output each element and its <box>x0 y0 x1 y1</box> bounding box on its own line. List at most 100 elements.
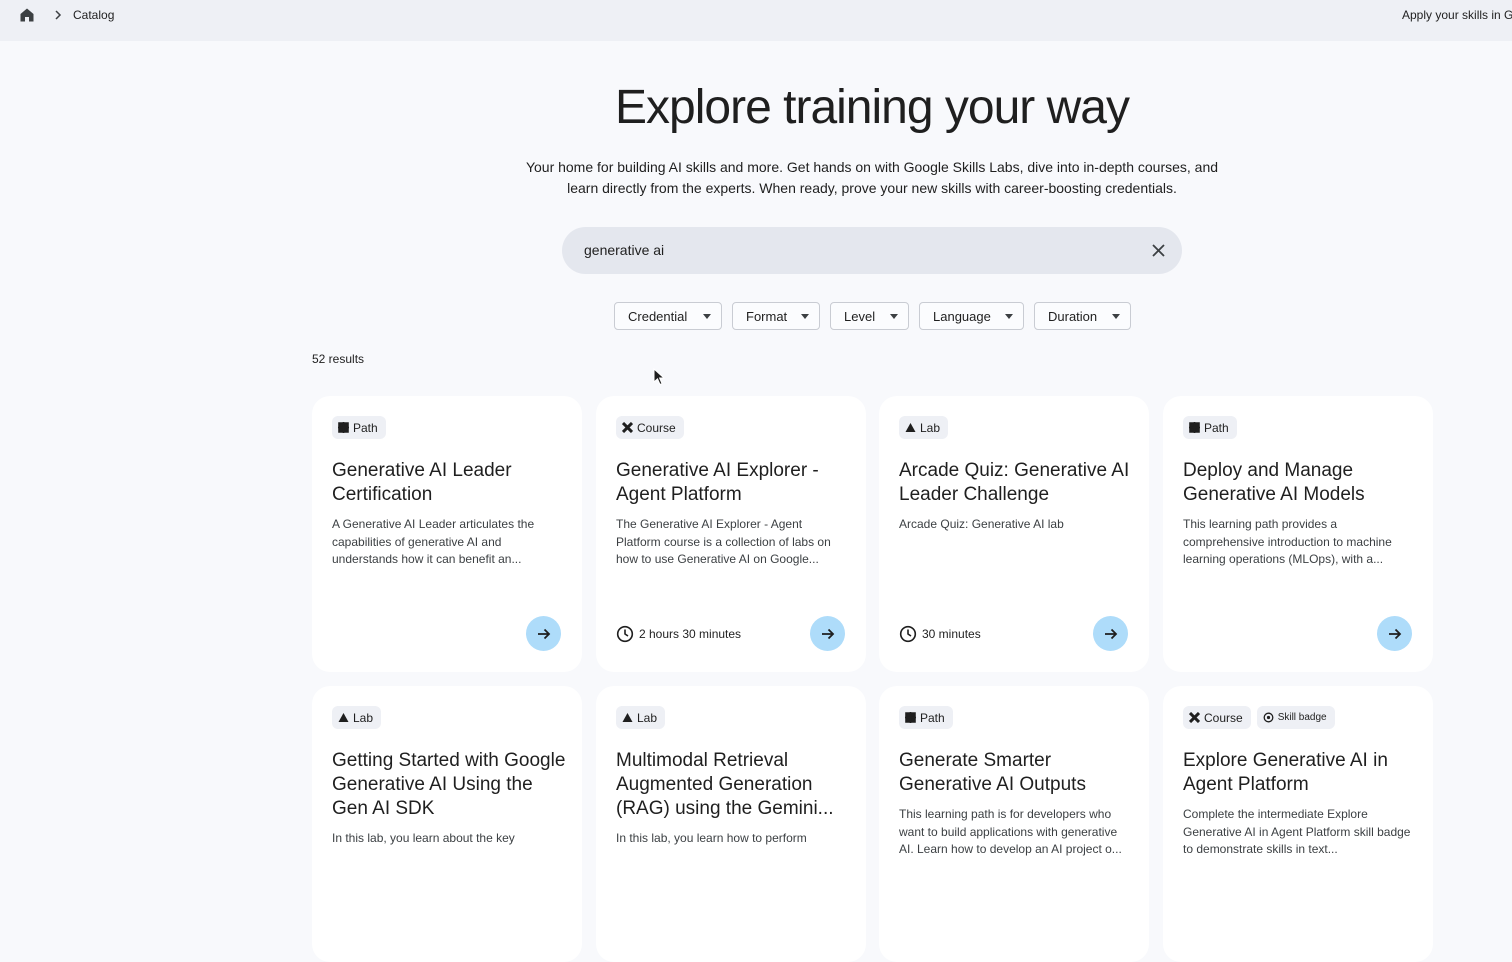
dropdown-caret-icon <box>890 314 898 319</box>
badge-label: Lab <box>353 710 374 725</box>
card-title[interactable]: Arcade Quiz: Generative AI Leader Challe… <box>899 459 1133 507</box>
close-icon[interactable] <box>1151 243 1166 258</box>
badge-label: Path <box>353 420 378 435</box>
filter-credential[interactable]: Credential <box>614 302 722 330</box>
card-description: A Generative AI Leader articulates the c… <box>332 517 535 566</box>
dropdown-caret-icon <box>1005 314 1013 319</box>
chevron-right-icon <box>55 10 62 20</box>
filter-label: Level <box>844 309 876 324</box>
catalog-card[interactable]: Path Generative AI Leader Certification … <box>312 396 582 672</box>
card-description: This learning path provides a comprehens… <box>1183 517 1392 566</box>
type-badge: Course <box>616 416 684 439</box>
course-icon <box>622 422 633 433</box>
results-count: 52 results <box>312 352 365 366</box>
catalog-card[interactable]: Course Skill badge Explore Generative AI… <box>1163 686 1433 962</box>
card-description: In this lab, you learn how to perform <box>616 831 807 845</box>
card-title[interactable]: Deploy and Manage Generative AI Models <box>1183 459 1417 507</box>
path-icon <box>338 422 349 433</box>
card-description: The Generative AI Explorer - Agent Platf… <box>616 517 831 566</box>
card-badges: Path <box>1183 416 1237 439</box>
card-description: Complete the intermediate Explore Genera… <box>1183 807 1411 856</box>
card-description: In this lab, you learn about the key <box>332 831 515 845</box>
catalog-card[interactable]: Path Generate Smarter Generative AI Outp… <box>879 686 1149 962</box>
card-title[interactable]: Generative AI Leader Certification <box>332 459 566 507</box>
arrow-right-icon <box>1388 628 1401 639</box>
filter-label: Language <box>933 309 991 324</box>
badge-label: Course <box>637 420 676 435</box>
top-bar: Catalog Apply your skills in G <box>0 0 1512 41</box>
filter-label: Credential <box>628 309 688 324</box>
type-badge: Lab <box>616 706 666 729</box>
page-subtitle: Your home for building AI skills and mor… <box>525 159 1219 196</box>
type-badge: Path <box>1183 416 1237 439</box>
duration-text: 30 minutes <box>922 627 981 641</box>
type-badge: Lab <box>899 416 949 439</box>
breadcrumb-catalog[interactable]: Catalog <box>73 8 114 22</box>
card-title[interactable]: Generative AI Explorer - Agent Platform <box>616 459 850 507</box>
type-badge: Course <box>1183 706 1251 729</box>
card-badges: Course <box>616 416 684 439</box>
mouse-cursor-icon <box>653 368 665 386</box>
card-description: This learning path is for developers who… <box>899 807 1122 856</box>
search-bar[interactable]: generative ai <box>562 227 1182 274</box>
dropdown-caret-icon <box>1112 314 1120 319</box>
lab-icon <box>622 713 633 722</box>
path-icon <box>1189 422 1200 433</box>
arrow-right-icon <box>1104 628 1117 639</box>
open-card-button[interactable] <box>1093 616 1128 651</box>
badge-label: Path <box>1204 420 1229 435</box>
lab-icon <box>905 423 916 432</box>
catalog-card[interactable]: Lab Arcade Quiz: Generative AI Leader Ch… <box>879 396 1149 672</box>
card-badges: Lab <box>332 706 382 729</box>
arrow-right-icon <box>537 628 550 639</box>
badge-label: Skill badge <box>1277 712 1327 723</box>
filter-label: Duration <box>1048 309 1098 324</box>
skill-badge-icon <box>1263 712 1274 723</box>
search-input[interactable]: generative ai <box>584 242 664 258</box>
card-title[interactable]: Explore Generative AI in Agent Platform <box>1183 749 1417 797</box>
type-badge: Lab <box>332 706 382 729</box>
badge-label: Lab <box>637 710 658 725</box>
card-title[interactable]: Getting Started with Google Generative A… <box>332 749 566 821</box>
dropdown-caret-icon <box>703 314 711 319</box>
card-title[interactable]: Generate Smarter Generative AI Outputs <box>899 749 1133 797</box>
card-description: Arcade Quiz: Generative AI lab <box>899 517 1064 531</box>
card-badges: Course Skill badge <box>1183 706 1335 729</box>
card-badges: Lab <box>616 706 666 729</box>
card-title[interactable]: Multimodal Retrieval Augmented Generatio… <box>616 749 850 821</box>
card-badges: Path <box>332 416 386 439</box>
clock-icon <box>616 625 634 643</box>
badge-label: Lab <box>920 420 941 435</box>
card-badges: Lab <box>899 416 949 439</box>
catalog-card[interactable]: Course Generative AI Explorer - Agent Pl… <box>596 396 866 672</box>
duration-text: 2 hours 30 minutes <box>639 627 742 641</box>
filter-label: Format <box>746 309 788 324</box>
card-duration: 30 minutes <box>899 624 981 644</box>
home-icon[interactable] <box>19 7 35 23</box>
promo-banner-text[interactable]: Apply your skills in G <box>1402 8 1512 22</box>
filter-level[interactable]: Level <box>830 302 909 330</box>
open-card-button[interactable] <box>1377 616 1412 651</box>
open-card-button[interactable] <box>526 616 561 651</box>
lab-icon <box>338 713 349 722</box>
page-title: Explore training your way <box>615 81 1130 134</box>
card-duration: 2 hours 30 minutes <box>616 624 741 644</box>
skill-badge: Skill badge <box>1256 706 1335 729</box>
catalog-card[interactable]: Path Deploy and Manage Generative AI Mod… <box>1163 396 1433 672</box>
dropdown-caret-icon <box>801 314 809 319</box>
type-badge: Path <box>899 706 953 729</box>
filter-format[interactable]: Format <box>732 302 820 330</box>
filter-language[interactable]: Language <box>919 302 1024 330</box>
card-badges: Path <box>899 706 953 729</box>
course-icon <box>1189 712 1200 723</box>
filter-duration[interactable]: Duration <box>1034 302 1131 330</box>
arrow-right-icon <box>821 628 834 639</box>
badge-label: Path <box>920 710 945 725</box>
badge-label: Course <box>1204 710 1243 725</box>
open-card-button[interactable] <box>810 616 845 651</box>
clock-icon <box>899 625 917 643</box>
path-icon <box>905 712 916 723</box>
type-badge: Path <box>332 416 386 439</box>
catalog-card[interactable]: Lab Multimodal Retrieval Augmented Gener… <box>596 686 866 962</box>
catalog-card[interactable]: Lab Getting Started with Google Generati… <box>312 686 582 962</box>
